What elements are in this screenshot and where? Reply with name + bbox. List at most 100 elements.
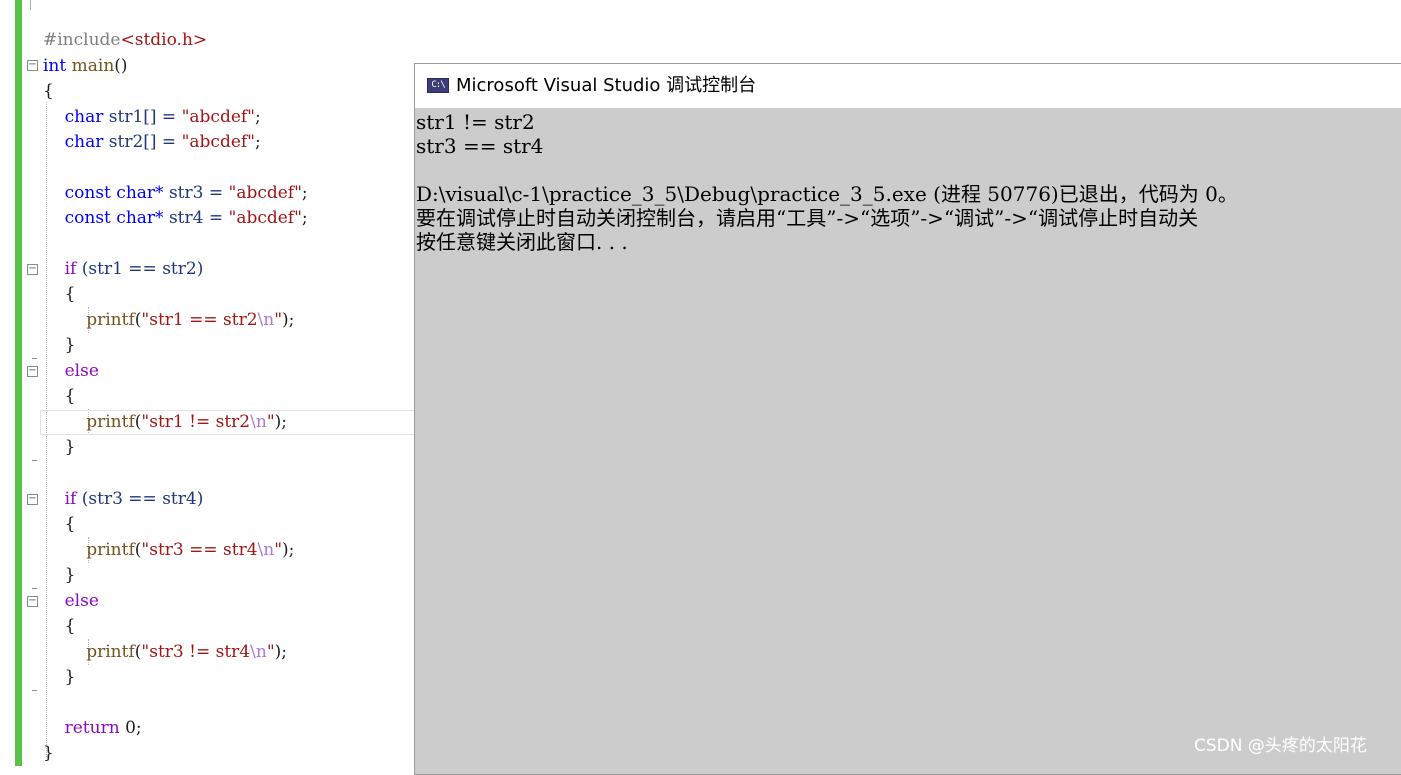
console-output-line: D:\visual\c-1\practice_3_5\Debug\practic… <box>416 182 1238 206</box>
message-string: str3 == str4 <box>149 540 258 560</box>
printf-function: printf <box>86 642 135 662</box>
code-line-else1[interactable]: else <box>43 359 99 384</box>
console-title: Microsoft Visual Studio 调试控制台 <box>456 75 757 96</box>
console-app-icon: C:\ <box>427 78 449 93</box>
escape-newline: \n <box>250 412 267 432</box>
brace-open: { <box>64 284 76 304</box>
code-line-brace[interactable]: } <box>43 333 76 358</box>
printf-function: printf <box>86 412 135 432</box>
string-literal: "abcdef" <box>228 183 302 203</box>
brace-close: } <box>64 565 76 585</box>
code-line-printf-eq12[interactable]: printf("str1 == str2\n"); <box>43 308 294 333</box>
quote: " <box>274 540 283 560</box>
fold-toggle-main[interactable]: − <box>27 60 38 71</box>
fold-toggle-if1[interactable]: − <box>27 264 38 275</box>
paren-close: ); <box>282 310 295 330</box>
code-line-include[interactable]: #include<stdio.h> <box>43 28 207 53</box>
code-line-return[interactable]: return 0; <box>43 716 142 741</box>
code-line-brace[interactable]: { <box>43 614 76 639</box>
else-keyword: else <box>64 361 99 381</box>
code-line-str2[interactable]: char str2[] = "abcdef"; <box>43 130 261 155</box>
brace-close: } <box>64 437 76 457</box>
code-line-brace[interactable]: } <box>43 665 76 690</box>
if-condition: (str3 == str4) <box>81 489 204 509</box>
quote: " <box>266 642 275 662</box>
include-header: <stdio.h> <box>120 30 208 50</box>
char-keyword: char <box>64 132 104 152</box>
fold-end <box>32 460 37 461</box>
code-line-printf-ne34[interactable]: printf("str3 != str4\n"); <box>43 640 287 665</box>
escape-newline: \n <box>257 310 275 330</box>
code-line-brace[interactable]: { <box>43 79 54 104</box>
csdn-watermark: CSDN @头疼的太阳花 <box>1194 736 1367 756</box>
str4-declaration: str4 = <box>168 208 229 228</box>
paren-close: ); <box>274 412 288 432</box>
code-line-else2[interactable]: else <box>43 589 99 614</box>
str2-declaration: str2[] = <box>108 132 182 152</box>
quote: " <box>266 412 275 432</box>
code-line-brace[interactable]: { <box>43 282 76 307</box>
paren-close: ); <box>274 642 288 662</box>
semicolon: ; <box>301 208 308 228</box>
fold-toggle-else2[interactable]: − <box>27 596 38 607</box>
if-keyword: if <box>64 489 77 509</box>
change-tracking-bar <box>15 0 22 766</box>
debug-console-window[interactable]: C:\ Microsoft Visual Studio 调试控制台 str1 !… <box>414 63 1401 775</box>
code-line-str4[interactable]: const char* str4 = "abcdef"; <box>43 206 308 231</box>
printf-function: printf <box>86 540 135 560</box>
const-keyword: const <box>64 183 111 203</box>
main-function: main <box>71 56 115 76</box>
code-line-printf-ne12[interactable]: printf("str1 != str2\n"); <box>43 410 287 435</box>
quote: " <box>274 310 283 330</box>
console-output-area[interactable]: str1 != str2 str3 == str4 D:\visual\c-1\… <box>415 108 1401 774</box>
else-keyword: else <box>64 591 99 611</box>
return-value: 0; <box>119 718 142 738</box>
escape-newline: \n <box>250 642 267 662</box>
code-line-str3[interactable]: const char* str3 = "abcdef"; <box>43 181 308 206</box>
code-line-printf-eq34[interactable]: printf("str3 == str4\n"); <box>43 538 294 563</box>
code-line-main[interactable]: int main() <box>43 54 128 79</box>
brace-open: { <box>64 514 76 534</box>
code-line-brace[interactable]: } <box>43 741 54 766</box>
code-line-if2[interactable]: if (str3 == str4) <box>43 487 204 512</box>
if-condition: (str1 == str2) <box>81 259 204 279</box>
string-literal: "abcdef" <box>181 107 256 127</box>
console-output-line: str3 == str4 <box>416 134 544 158</box>
str1-declaration: str1[] = <box>108 107 182 127</box>
brace-open: { <box>43 81 54 101</box>
paren-close: ); <box>282 540 295 560</box>
semicolon: ; <box>255 132 261 152</box>
console-titlebar[interactable]: C:\ Microsoft Visual Studio 调试控制台 <box>415 64 1401 108</box>
fold-toggle-if2[interactable]: − <box>27 494 38 505</box>
code-line-brace[interactable]: { <box>43 512 76 537</box>
brace-close: } <box>64 335 76 355</box>
if-keyword: if <box>64 259 77 279</box>
string-literal: "abcdef" <box>228 208 302 228</box>
console-output-line: 按任意键关闭此窗口. . . <box>416 230 628 254</box>
char-pointer: char* <box>116 208 164 228</box>
brace-open: { <box>64 386 76 406</box>
brace-close: } <box>43 743 54 763</box>
char-keyword: char <box>64 107 104 127</box>
fold-end <box>32 588 37 589</box>
message-string: str1 != str2 <box>149 412 251 432</box>
include-directive: #include <box>43 30 121 50</box>
code-line-str1[interactable]: char str1[] = "abcdef"; <box>43 105 261 130</box>
main-parens: () <box>114 56 128 76</box>
code-line-brace[interactable]: } <box>43 435 76 460</box>
fold-toggle-else1[interactable]: − <box>27 366 38 377</box>
const-keyword: const <box>64 208 111 228</box>
str3-declaration: str3 = <box>168 183 229 203</box>
brace-open: { <box>64 616 76 636</box>
fold-end <box>32 358 37 359</box>
fold-end <box>32 690 37 691</box>
console-output-line: 要在调试停止时自动关闭控制台，请启用“工具”->“选项”->“调试”->“调试停… <box>416 206 1199 230</box>
scroll-marker <box>30 0 31 10</box>
printf-function: printf <box>86 310 135 330</box>
return-keyword: return <box>64 718 120 738</box>
string-literal: "abcdef" <box>181 132 256 152</box>
code-line-if1[interactable]: if (str1 == str2) <box>43 257 204 282</box>
code-line-brace[interactable]: { <box>43 384 76 409</box>
code-line-brace[interactable]: } <box>43 563 76 588</box>
int-keyword: int <box>43 56 67 76</box>
